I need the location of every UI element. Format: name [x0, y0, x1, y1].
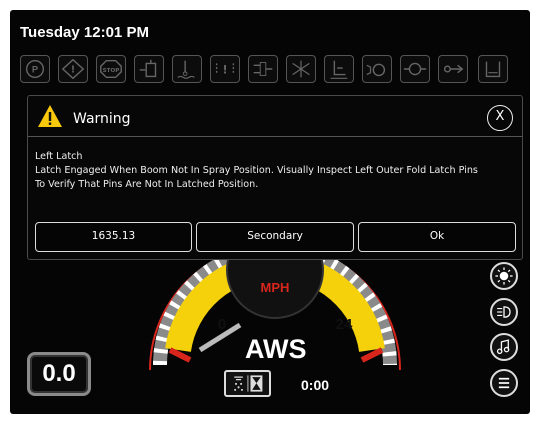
datetime: Tuesday 12:01 PM: [20, 24, 149, 41]
message-line-1: Left Latch: [35, 151, 83, 162]
message-line-2: Latch Engaged When Boom Not In Spray Pos…: [35, 165, 478, 176]
spray-timer-button[interactable]: [224, 370, 271, 397]
secondary-button[interactable]: Secondary: [196, 222, 354, 252]
oil-pressure-icon[interactable]: [400, 55, 430, 83]
music-icon: [496, 339, 510, 355]
stop-icon[interactable]: STOP: [96, 55, 126, 83]
svg-text:STOP: STOP: [103, 68, 120, 74]
air-filter-icon[interactable]: [286, 55, 316, 83]
gauge-unit: MPH: [261, 280, 290, 295]
gauge-max-label: 24: [336, 316, 353, 333]
hitch-icon[interactable]: [438, 55, 468, 83]
fuel-filter-icon[interactable]: [134, 55, 164, 83]
menu-icon: [498, 377, 510, 389]
transmission-filter-icon[interactable]: [248, 55, 278, 83]
dialog-header: Warning X: [28, 96, 522, 137]
warning-dialog: Warning X Left Latch Latch Engaged When …: [27, 95, 523, 260]
hydraulic-level-icon[interactable]: [324, 55, 354, 83]
headlights-button[interactable]: [490, 298, 518, 326]
svg-text:P: P: [32, 65, 38, 75]
brightness-icon: [495, 267, 513, 285]
timer-value: 0:00: [301, 377, 330, 393]
spray-hourglass-icon: [234, 375, 263, 392]
coolant-level-icon[interactable]: [172, 55, 202, 83]
steering-mode-label: AWS: [245, 334, 307, 364]
main-menu-button[interactable]: [490, 369, 518, 397]
display-screen: Tuesday 12:01 PM P ! STOP ! MPH 0 24 AWS…: [10, 10, 530, 414]
parking-brake-icon[interactable]: P: [20, 55, 50, 83]
engine-oil-icon[interactable]: [362, 55, 392, 83]
dialog-title: Warning: [73, 111, 131, 127]
transmission-fault-icon[interactable]: !: [210, 55, 240, 83]
speed-value: 0.0: [42, 360, 76, 387]
warning-triangle-icon[interactable]: !: [58, 55, 88, 83]
ok-button[interactable]: Ok: [358, 222, 516, 252]
tank-empty-icon[interactable]: [478, 55, 508, 83]
status-icon-bar: P ! STOP !: [20, 55, 517, 85]
close-button[interactable]: X: [487, 105, 513, 131]
speed-readout: 0.0: [27, 352, 91, 396]
message-line-3: To Verify That Pins Are Not In Latched P…: [35, 179, 259, 190]
svg-text:!: !: [71, 65, 75, 76]
code-button[interactable]: 1635.13: [35, 222, 192, 252]
brightness-button[interactable]: [490, 262, 518, 290]
svg-text:!: !: [222, 64, 227, 77]
gauge-min-label: 0: [218, 316, 226, 333]
warning-triangle-icon: [38, 105, 62, 127]
music-button[interactable]: [490, 333, 518, 361]
headlights-icon: [497, 306, 511, 318]
